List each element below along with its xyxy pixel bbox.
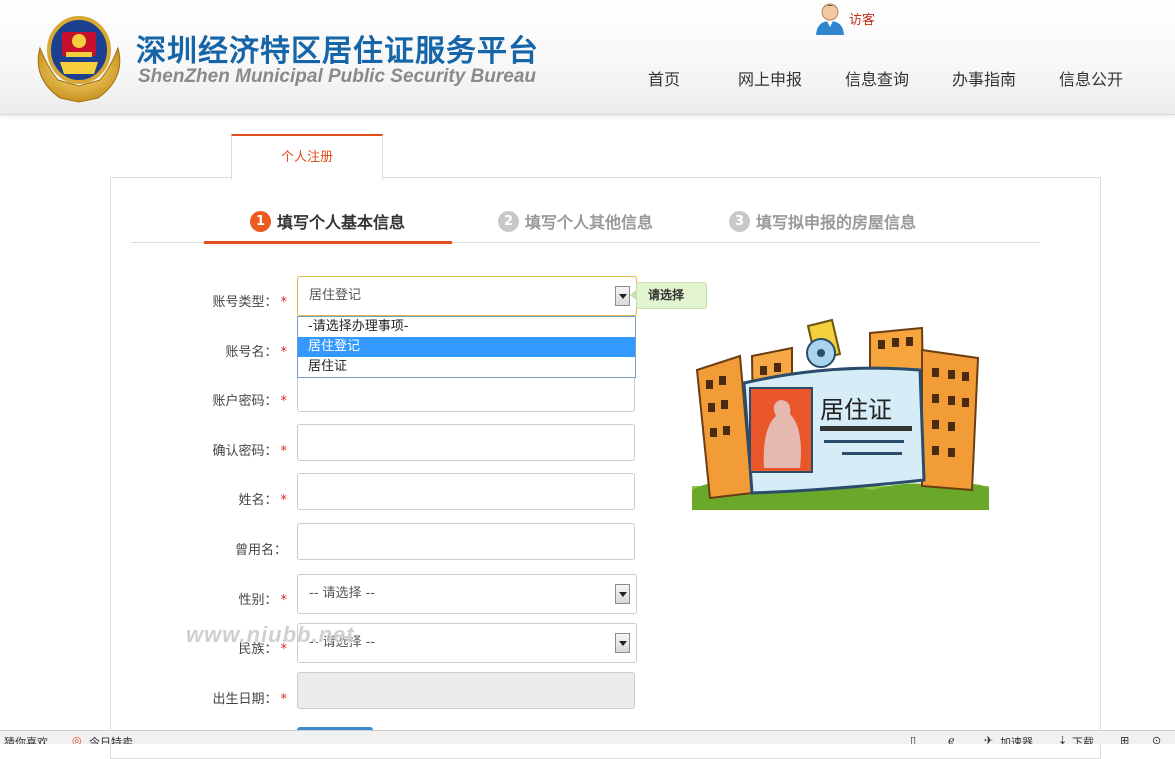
nav-info-disclosure[interactable]: 信息公开 [1059, 66, 1123, 90]
required-mark: * [280, 345, 288, 360]
chevron-down-icon[interactable] [615, 584, 630, 604]
account-type-value: 居住登记 [309, 288, 362, 303]
step-label: 填写个人其他信息 [525, 213, 654, 232]
user-name[interactable]: 访客 [849, 9, 875, 28]
step-label: 填写个人基本信息 [277, 213, 406, 232]
password-label: 账户密码： * [111, 390, 287, 409]
browser-status-bar: 猜你喜欢 ◎ 今日特卖 ▯ ℯ ✈ 加速器 ⇣ 下载 ⊞ ⊙ [0, 730, 1175, 744]
tab-personal-registration[interactable]: 个人注册 [231, 134, 383, 180]
step-label: 填写拟申报的房屋信息 [756, 213, 917, 232]
gender-label: 性别： * [111, 589, 287, 608]
password-input[interactable] [297, 375, 635, 412]
required-mark: * [280, 692, 288, 707]
chevron-down-icon[interactable] [615, 286, 630, 306]
step-2: 2 填写个人其他信息 [498, 209, 653, 233]
police-emblem-icon [37, 16, 121, 103]
account-type-dropdown[interactable]: -请选择办理事项- 居住登记 居住证 [297, 316, 636, 378]
watermark: www.niubb.net [186, 622, 355, 647]
account-type-label-text: 账号类型： [212, 295, 278, 310]
nav-online-declaration[interactable]: 网上申报 [738, 66, 802, 90]
former-name-label-text: 曾用名： [234, 543, 287, 558]
step-number: 1 [250, 210, 271, 232]
account-name-label-text: 账号名： [225, 345, 278, 360]
gender-value: -- 请选择 -- [309, 586, 376, 601]
required-mark: * [280, 295, 288, 310]
dropdown-option-selected[interactable]: 居住登记 [298, 337, 635, 357]
account-type-select[interactable]: 居住登记 [297, 276, 637, 316]
site-title: 深圳经济特区居住证服务平台 [136, 34, 539, 69]
dropdown-option[interactable]: 居住证 [298, 357, 635, 377]
birth-date-label-text: 出生日期： [212, 692, 278, 707]
step-number: 2 [498, 210, 519, 232]
residence-permit-illustration: 居住证 [692, 318, 989, 510]
step-1: 1 填写个人基本信息 [250, 209, 405, 233]
step-number: 3 [729, 210, 750, 232]
chevron-down-icon[interactable] [615, 633, 630, 653]
name-input[interactable] [297, 473, 635, 510]
gender-select[interactable]: -- 请选择 -- [297, 574, 637, 614]
confirm-password-input[interactable] [297, 424, 635, 461]
birth-date-input[interactable] [297, 672, 635, 709]
active-step-indicator [204, 241, 452, 244]
nav-guide[interactable]: 办事指南 [952, 66, 1016, 90]
site-subtitle: ShenZhen Municipal Public Security Burea… [138, 66, 537, 87]
confirm-password-label: 确认密码： * [111, 440, 287, 459]
name-label: 姓名： * [111, 489, 287, 508]
name-label-text: 姓名： [238, 493, 278, 508]
gender-label-text: 性别： [238, 593, 278, 608]
dropdown-option[interactable]: -请选择办理事项- [298, 317, 635, 337]
birth-date-label: 出生日期： * [111, 688, 287, 707]
nav-home[interactable]: 首页 [648, 66, 680, 90]
required-mark: * [280, 593, 288, 608]
required-mark: * [280, 444, 288, 459]
account-type-label: 账号类型： * [111, 291, 287, 310]
former-name-input[interactable] [297, 523, 635, 560]
confirm-password-label-text: 确认密码： [212, 444, 278, 459]
card-text: 居住证 [820, 396, 892, 424]
required-mark: * [280, 394, 288, 409]
site-header: 深圳经济特区居住证服务平台 ShenZhen Municipal Public … [0, 0, 1175, 115]
password-label-text: 账户密码： [212, 394, 278, 409]
account-name-label: 账号名： * [111, 341, 287, 360]
former-name-label: 曾用名： [111, 539, 287, 558]
step-3: 3 填写拟申报的房屋信息 [729, 209, 916, 233]
select-hint-tooltip: 请选择 [630, 282, 707, 309]
nav-info-query[interactable]: 信息查询 [845, 66, 909, 90]
required-mark: * [280, 493, 288, 508]
user-avatar-icon[interactable] [812, 1, 848, 35]
